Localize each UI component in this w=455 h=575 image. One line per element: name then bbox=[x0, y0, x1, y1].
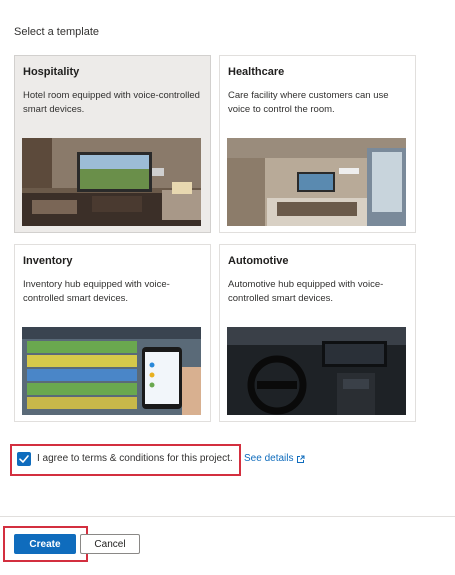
external-link-icon[interactable] bbox=[296, 455, 305, 464]
agree-label: I agree to terms & conditions for this p… bbox=[37, 453, 233, 464]
hospitality-image bbox=[22, 138, 201, 226]
automotive-image bbox=[227, 327, 406, 415]
see-details-link[interactable]: See details bbox=[244, 453, 293, 464]
footer-divider bbox=[0, 516, 455, 517]
template-card-inventory[interactable]: Inventory Inventory hub equipped with vo… bbox=[14, 244, 211, 422]
card-description: Inventory hub equipped with voice-contro… bbox=[23, 279, 170, 304]
template-card-automotive[interactable]: Automotive Automotive hub equipped with … bbox=[219, 244, 416, 422]
card-title: Healthcare bbox=[228, 66, 285, 78]
card-title: Automotive bbox=[228, 255, 289, 267]
checkmark-icon bbox=[19, 455, 29, 463]
page-heading: Select a template bbox=[14, 26, 99, 38]
healthcare-image bbox=[227, 138, 406, 226]
inventory-image bbox=[22, 327, 201, 415]
card-title: Hospitality bbox=[23, 66, 80, 78]
card-description: Care facility where customers can use vo… bbox=[228, 90, 389, 115]
cancel-button[interactable]: Cancel bbox=[80, 534, 140, 554]
template-card-hospitality[interactable]: Hospitality Hotel room equipped with voi… bbox=[14, 55, 211, 233]
card-title: Inventory bbox=[23, 255, 73, 267]
card-description: Hotel room equipped with voice-controlle… bbox=[23, 90, 200, 115]
template-card-healthcare[interactable]: Healthcare Care facility where customers… bbox=[219, 55, 416, 233]
card-description: Automotive hub equipped with voice-contr… bbox=[228, 279, 384, 304]
create-button[interactable]: Create bbox=[14, 534, 76, 554]
agree-checkbox[interactable] bbox=[17, 452, 31, 466]
